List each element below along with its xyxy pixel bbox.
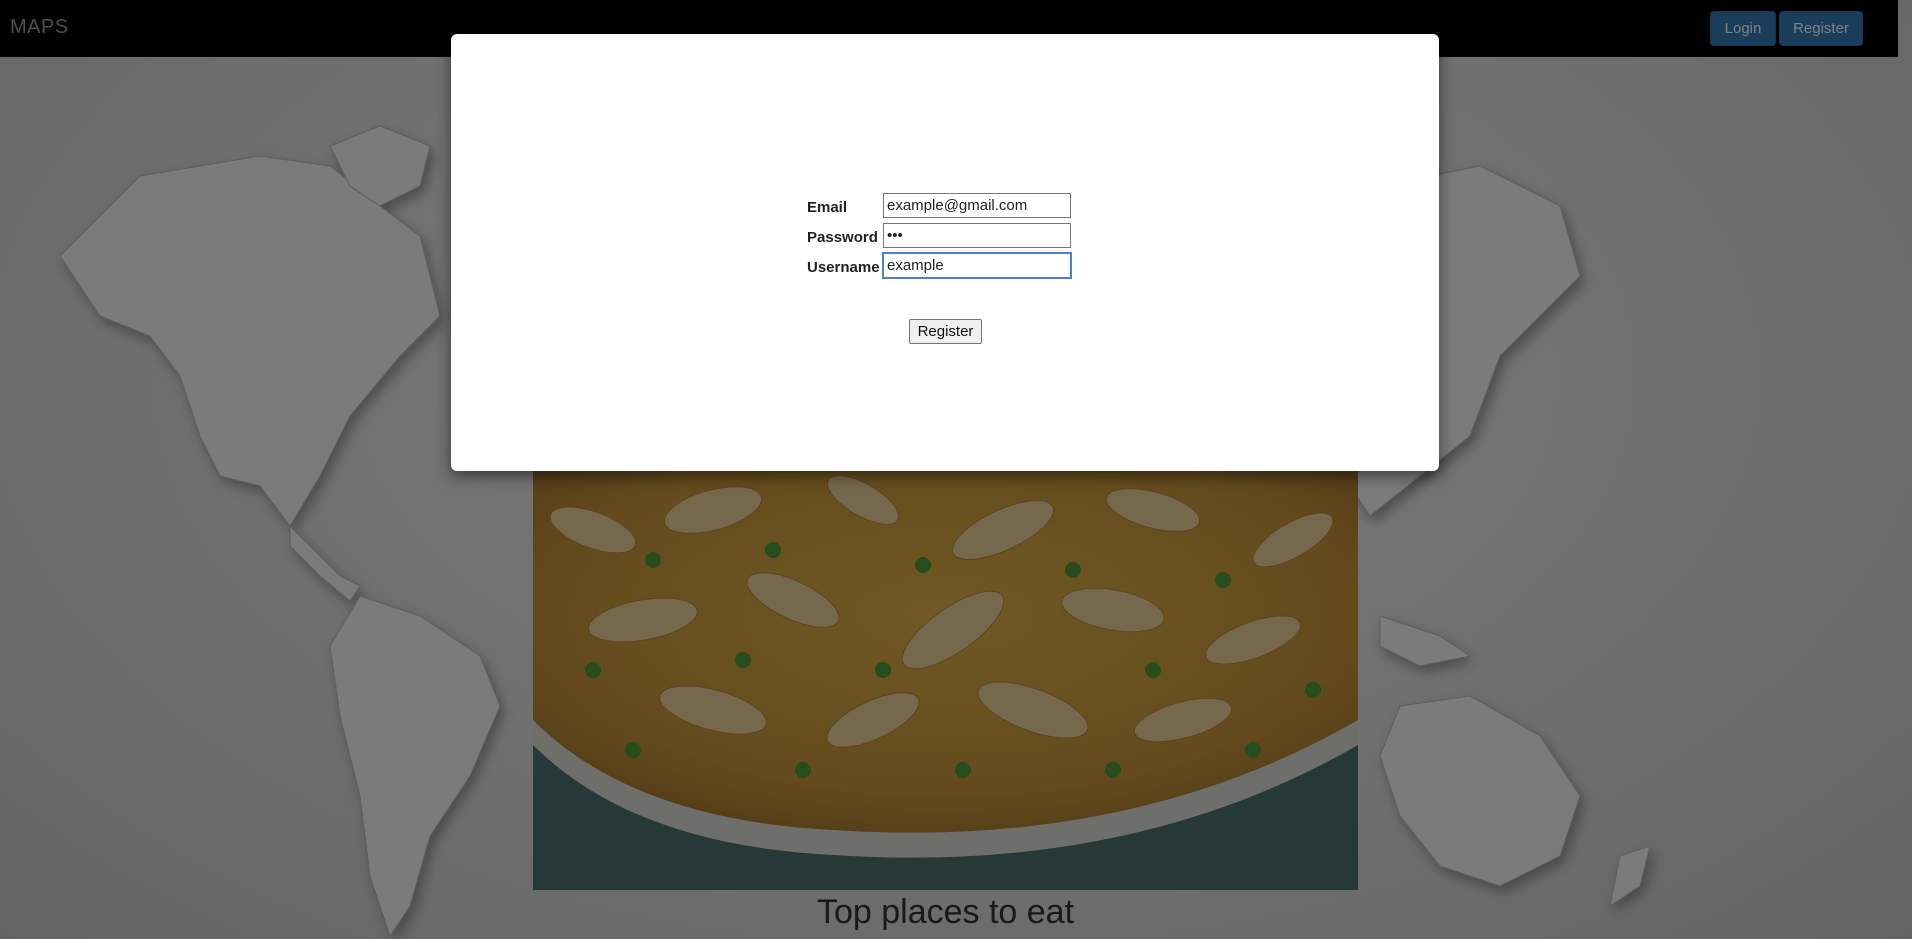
email-label: Email	[807, 199, 848, 216]
password-label: Password	[807, 229, 878, 246]
email-row: Email	[807, 193, 1107, 221]
password-row: Password	[807, 223, 1107, 251]
email-field[interactable]	[883, 193, 1071, 218]
username-field[interactable]	[883, 253, 1071, 278]
submit-register-button[interactable]: Register	[909, 319, 982, 344]
username-label: Username	[807, 259, 880, 276]
password-field[interactable]	[883, 223, 1071, 248]
username-row: Username	[807, 253, 1107, 281]
register-modal: Email Password Username Register	[451, 34, 1439, 471]
